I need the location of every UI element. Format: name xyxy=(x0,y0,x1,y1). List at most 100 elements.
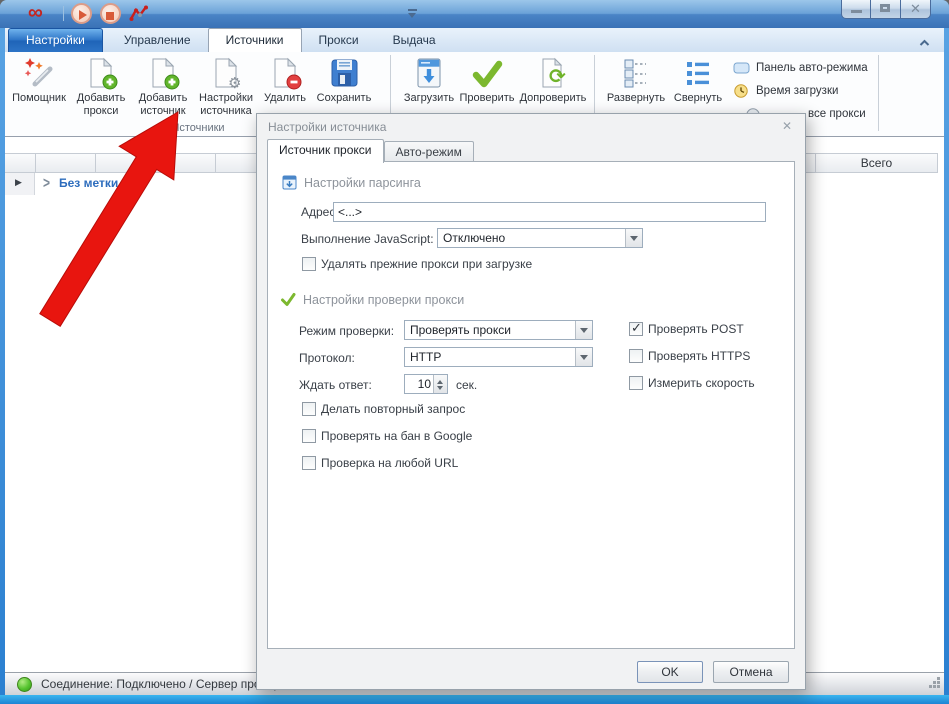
close-icon: ✕ xyxy=(901,1,930,17)
green-check-icon xyxy=(470,56,504,90)
app-logo-icon: ∞ xyxy=(28,1,43,25)
ok-button[interactable]: OK xyxy=(637,661,703,683)
auto-mode-panel-toggle[interactable]: Панель авто-режима xyxy=(733,56,868,79)
dropdown-arrow-icon[interactable] xyxy=(575,348,592,366)
collapse-all-button[interactable]: Свернуть xyxy=(667,55,729,105)
dialog-panel: Настройки парсинга Адрес: <...> Выполнен… xyxy=(267,161,795,649)
check-icon: ✓ xyxy=(631,320,642,336)
repeat-request-checkbox[interactable] xyxy=(302,402,316,416)
check-post-checkbox[interactable]: ✓ xyxy=(629,322,643,336)
stop-button[interactable] xyxy=(100,3,121,24)
list-collapse-icon xyxy=(681,56,715,90)
any-url-label[interactable]: Проверка на любой URL xyxy=(321,456,458,470)
window-bottom-border xyxy=(0,695,949,704)
stepper-buttons[interactable] xyxy=(433,375,447,393)
expand-all-button[interactable]: Развернуть xyxy=(605,55,667,105)
seconds-units-label: сек. xyxy=(456,378,477,392)
javascript-select[interactable]: Отключено xyxy=(437,228,643,248)
qat-dropdown-icon[interactable] xyxy=(408,9,417,19)
expander-icon[interactable]: > xyxy=(43,174,50,192)
tab-sources[interactable]: Источники xyxy=(208,28,302,52)
check-mode-label: Режим проверки: xyxy=(299,324,394,338)
dropdown-arrow-icon[interactable] xyxy=(575,321,592,339)
step-up-icon xyxy=(437,377,443,384)
add-proxy-button[interactable]: Добавить прокси xyxy=(70,55,132,118)
protocol-select[interactable]: HTTP xyxy=(404,347,593,367)
check-https-label[interactable]: Проверять HTTPS xyxy=(648,349,750,363)
any-url-checkbox[interactable] xyxy=(302,456,316,470)
connection-status-icon xyxy=(17,677,32,692)
check-settings-icon xyxy=(280,292,296,310)
maximize-button[interactable] xyxy=(871,0,901,19)
ribbon-tab-strip: Настройки Управление Источники Прокси Вы… xyxy=(5,28,944,52)
resize-grip[interactable] xyxy=(928,676,941,692)
source-settings-button[interactable]: ⚙ Настройки источника xyxy=(194,55,258,118)
row-indicator-icon: ▶ xyxy=(15,177,22,188)
source-settings-dialog: Настройки источника ✕ Источник прокси Ав… xyxy=(256,113,806,690)
page-add-icon xyxy=(146,56,180,90)
page-refresh-icon: ⟳ xyxy=(536,56,570,90)
minimize-button[interactable] xyxy=(841,0,871,19)
close-button[interactable]: ✕ xyxy=(901,0,931,19)
parsing-icon xyxy=(282,175,297,193)
tree-expand-icon xyxy=(619,56,653,90)
dialog-tabs: Источник прокси Авто-режим xyxy=(267,139,474,163)
remove-old-proxies-checkbox[interactable] xyxy=(302,257,316,271)
window-controls: ✕ xyxy=(841,0,931,19)
load-time-toggle[interactable]: Время загрузки xyxy=(733,79,868,102)
protocol-label: Протокол: xyxy=(299,351,355,365)
stop-icon xyxy=(106,12,114,20)
qat-separator xyxy=(63,6,64,21)
clock-icon xyxy=(733,84,750,98)
page-add-icon xyxy=(84,56,118,90)
tab-management[interactable]: Управление xyxy=(107,29,208,52)
repeat-request-label[interactable]: Делать повторный запрос xyxy=(321,402,465,416)
google-ban-checkbox[interactable] xyxy=(302,429,316,443)
step-down-icon xyxy=(437,386,443,393)
ribbon-collapse-icon[interactable] xyxy=(919,36,930,50)
svg-text:⚙: ⚙ xyxy=(228,75,241,90)
tab-proxy[interactable]: Прокси xyxy=(302,29,376,52)
cancel-button[interactable]: Отмена xyxy=(713,661,789,683)
recheck-button[interactable]: ⟳ Допроверить xyxy=(518,55,588,105)
assistant-button[interactable]: Помощник xyxy=(8,55,70,118)
tab-settings[interactable]: Настройки xyxy=(8,28,103,52)
measure-speed-label[interactable]: Измерить скорость xyxy=(648,376,755,390)
save-floppy-icon xyxy=(327,56,361,90)
check-button[interactable]: Проверить xyxy=(456,55,518,105)
title-bar: ∞ ✕ xyxy=(0,0,949,28)
start-button[interactable] xyxy=(71,3,92,24)
dropdown-arrow-icon[interactable] xyxy=(625,229,642,247)
google-ban-label[interactable]: Проверять на бан в Google xyxy=(321,429,472,443)
connection-status-text: Соединение: Подключено / Сервер провер xyxy=(41,677,280,691)
remove-old-proxies-label[interactable]: Удалять прежние прокси при загрузке xyxy=(321,257,532,271)
javascript-label: Выполнение JavaScript: xyxy=(301,232,434,246)
app-window: ∞ ✕ Настройки Управление Источники Прокс… xyxy=(0,0,949,704)
panel-icon xyxy=(733,61,750,75)
delete-button[interactable]: Удалить xyxy=(258,55,312,118)
magic-wand-icon xyxy=(22,56,56,90)
minimize-icon xyxy=(851,10,862,13)
check-post-label[interactable]: Проверять POST xyxy=(648,322,744,336)
column-header-total[interactable]: Всего xyxy=(815,156,938,170)
section-check: Настройки проверки прокси xyxy=(280,291,464,309)
dialog-title: Настройки источника xyxy=(257,114,805,140)
tab-output[interactable]: Выдача xyxy=(376,29,453,52)
download-window-icon xyxy=(412,56,446,90)
dialog-close-icon[interactable]: ✕ xyxy=(782,119,792,133)
load-button[interactable]: Загрузить xyxy=(402,55,456,105)
add-source-button[interactable]: Добавить источник xyxy=(132,55,194,118)
measure-speed-checkbox[interactable] xyxy=(629,376,643,390)
page-remove-icon xyxy=(268,56,302,90)
address-input[interactable]: <...> xyxy=(333,202,766,222)
tree-item-label: Без метки (36) xyxy=(59,176,143,190)
tab-proxy-source[interactable]: Источник прокси xyxy=(267,139,384,163)
statistics-icon[interactable] xyxy=(129,4,149,27)
check-https-checkbox[interactable] xyxy=(629,349,643,363)
section-parsing: Настройки парсинга xyxy=(282,174,421,192)
page-gear-icon: ⚙ xyxy=(209,56,243,90)
save-button[interactable]: Сохранить xyxy=(312,55,376,118)
check-mode-select[interactable]: Проверять прокси xyxy=(404,320,593,340)
tab-auto-mode[interactable]: Авто-режим xyxy=(384,141,474,163)
wait-seconds-stepper[interactable]: 10 xyxy=(404,374,448,394)
